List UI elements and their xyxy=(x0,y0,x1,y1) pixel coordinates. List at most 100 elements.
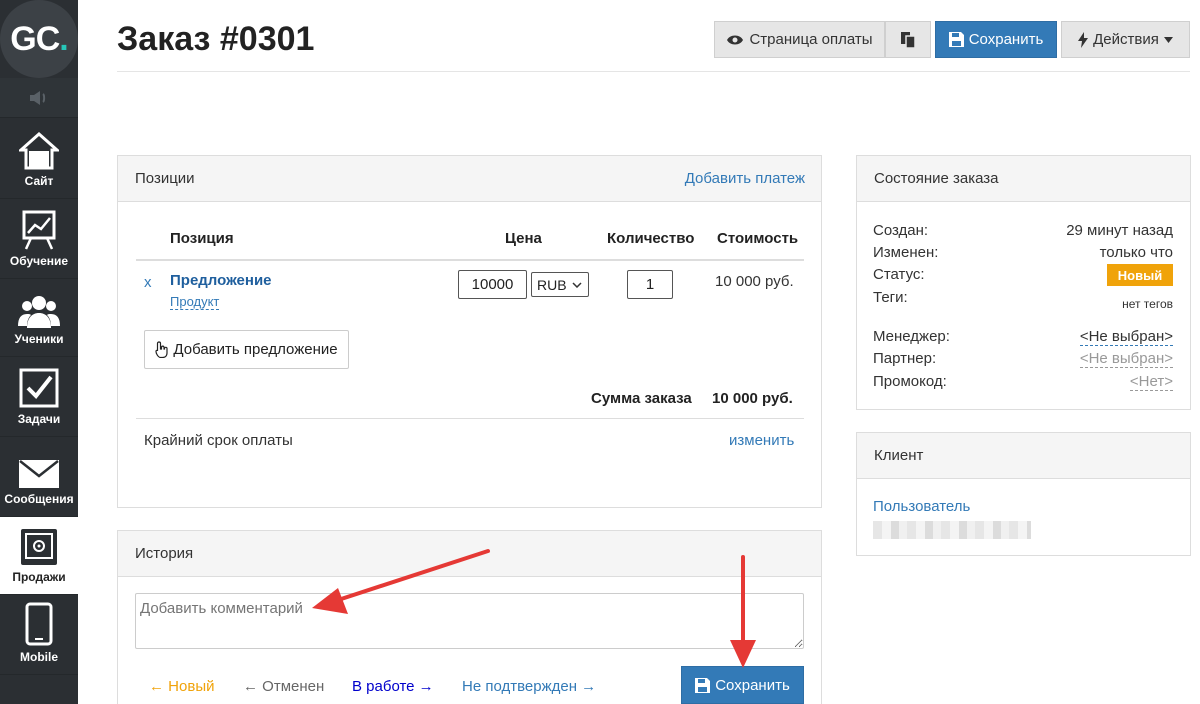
client-email-blurred xyxy=(873,521,1031,539)
table-header-divider xyxy=(136,259,804,261)
modified-label: Изменен: xyxy=(873,244,939,261)
payment-page-button[interactable]: Страница оплаты xyxy=(714,21,885,58)
status-tab-in-progress[interactable]: В работе → xyxy=(352,678,434,695)
save-button[interactable]: Сохранить xyxy=(935,21,1057,58)
save-label: Сохранить xyxy=(968,31,1044,48)
eye-icon xyxy=(727,35,744,44)
speaker-icon xyxy=(30,90,46,105)
add-offer-button[interactable]: Добавить предложение xyxy=(144,330,349,369)
checkbox-icon xyxy=(19,368,59,408)
page-title: Заказ #0301 xyxy=(117,20,315,58)
modified-value: только что xyxy=(1099,244,1173,261)
header-divider xyxy=(117,71,1190,72)
created-label: Создан: xyxy=(873,222,929,239)
tags-value: нет тегов xyxy=(1122,297,1173,311)
panel-title: Клиент xyxy=(874,447,924,464)
item-name-link[interactable]: Предложение xyxy=(170,272,272,289)
sidebar-item-label: Сайт xyxy=(24,174,54,188)
manager-select-link[interactable]: <Не выбран> xyxy=(1079,328,1173,346)
logo-dot: . xyxy=(59,19,69,58)
logo[interactable]: GC. xyxy=(0,0,78,78)
price-input[interactable]: 10000 xyxy=(458,270,527,299)
arrow-left-icon: ← xyxy=(149,678,169,695)
floppy-disk-icon xyxy=(695,677,711,693)
sound-toggle[interactable] xyxy=(0,78,78,118)
sidebar-item-messages[interactable]: Сообщения xyxy=(0,437,78,517)
status-label: Статус: xyxy=(873,266,925,283)
order-total-label: Сумма заказа xyxy=(591,390,692,407)
sidebar-item-label: Mobile xyxy=(20,650,58,664)
actions-label: Действия xyxy=(1093,31,1159,48)
column-header-quantity: Количество xyxy=(607,230,695,247)
floppy-disk-icon xyxy=(948,32,964,47)
item-cost: 10 000 руб. xyxy=(715,273,794,290)
currency-select[interactable]: RUB xyxy=(531,272,589,297)
partner-select-link[interactable]: <Не выбран> xyxy=(1079,350,1173,368)
sidebar-item-label: Продажи xyxy=(12,570,66,584)
arrow-left-icon: ← xyxy=(243,678,263,695)
partner-label: Партнер: xyxy=(873,350,937,367)
add-offer-label: Добавить предложение xyxy=(173,341,338,358)
status-tab-label: Не подтвержден xyxy=(462,678,577,695)
sidebar-item-label: Ученики xyxy=(14,332,64,346)
payment-deadline-label: Крайний срок оплаты xyxy=(144,432,293,449)
house-icon xyxy=(19,132,59,170)
payment-page-label: Страница оплаты xyxy=(749,31,873,48)
sidebar-item-students[interactable]: Ученики xyxy=(0,279,78,357)
logo-text: GC xyxy=(10,19,60,58)
sidebar-item-tasks[interactable]: Задачи xyxy=(0,357,78,437)
history-save-button[interactable]: Сохранить xyxy=(681,666,804,704)
currency-value: RUB xyxy=(537,276,567,293)
quantity-input[interactable]: 1 xyxy=(627,270,673,299)
chevron-down-icon xyxy=(572,281,582,288)
copy-icon xyxy=(901,31,916,49)
status-tab-cancelled[interactable]: ← Отменен xyxy=(243,678,324,695)
status-tab-label: Новый xyxy=(168,678,215,695)
add-payment-link[interactable]: Добавить платеж xyxy=(685,170,805,187)
client-user-link[interactable]: Пользователь xyxy=(873,498,970,515)
sidebar: GC. Сайт Обучение Ученики Задачи Сообщен… xyxy=(0,0,78,704)
column-header-price: Цена xyxy=(505,230,542,247)
chart-board-icon xyxy=(22,210,56,250)
status-badge: Новый xyxy=(1107,264,1173,286)
sidebar-item-sales[interactable]: Продажи xyxy=(0,517,78,595)
sidebar-item-label: Задачи xyxy=(17,412,61,426)
tags-label: Теги: xyxy=(873,289,908,306)
status-tab-label: В работе xyxy=(352,678,415,695)
actions-dropdown[interactable]: Действия xyxy=(1061,21,1190,58)
promo-select-link[interactable]: <Нет> xyxy=(1129,373,1173,391)
arrow-right-icon: → xyxy=(414,678,434,695)
total-divider xyxy=(136,418,804,419)
copy-button[interactable] xyxy=(885,21,931,58)
sidebar-item-label: Обучение xyxy=(9,254,69,268)
manager-label: Менеджер: xyxy=(873,328,950,345)
save-label: Сохранить xyxy=(715,676,790,694)
arrow-right-icon: → xyxy=(577,678,597,695)
promo-label: Промокод: xyxy=(873,373,947,390)
sidebar-item-learning[interactable]: Обучение xyxy=(0,199,78,279)
phone-icon xyxy=(25,602,53,646)
order-total-value: 10 000 руб. xyxy=(712,390,793,407)
safe-icon xyxy=(21,529,57,565)
sidebar-item-mobile[interactable]: Mobile xyxy=(0,595,78,675)
sidebar-item-site[interactable]: Сайт xyxy=(0,119,78,199)
status-tab-label: Отменен xyxy=(262,678,325,695)
column-header-position: Позиция xyxy=(170,230,234,247)
column-header-cost: Стоимость xyxy=(717,230,799,247)
sidebar-item-label: Сообщения xyxy=(4,492,74,506)
change-deadline-link[interactable]: изменить xyxy=(729,432,794,449)
created-value: 29 минут назад xyxy=(1066,222,1173,239)
caret-down-icon xyxy=(1163,36,1173,43)
item-type-link[interactable]: Продукт xyxy=(170,294,220,310)
users-icon xyxy=(18,296,60,328)
status-tab-new[interactable]: ← Новый xyxy=(149,678,214,695)
lightning-icon xyxy=(1078,31,1089,48)
panel-title: Состояние заказа xyxy=(874,170,999,187)
remove-item-button[interactable]: x xyxy=(144,274,152,291)
envelope-icon xyxy=(19,460,59,488)
panel-title: История xyxy=(135,545,194,562)
panel-title: Позиции xyxy=(135,170,195,187)
comment-textarea[interactable] xyxy=(135,593,804,649)
status-tab-unconfirmed[interactable]: Не подтвержден → xyxy=(462,678,596,695)
pointer-hand-icon xyxy=(155,341,169,358)
